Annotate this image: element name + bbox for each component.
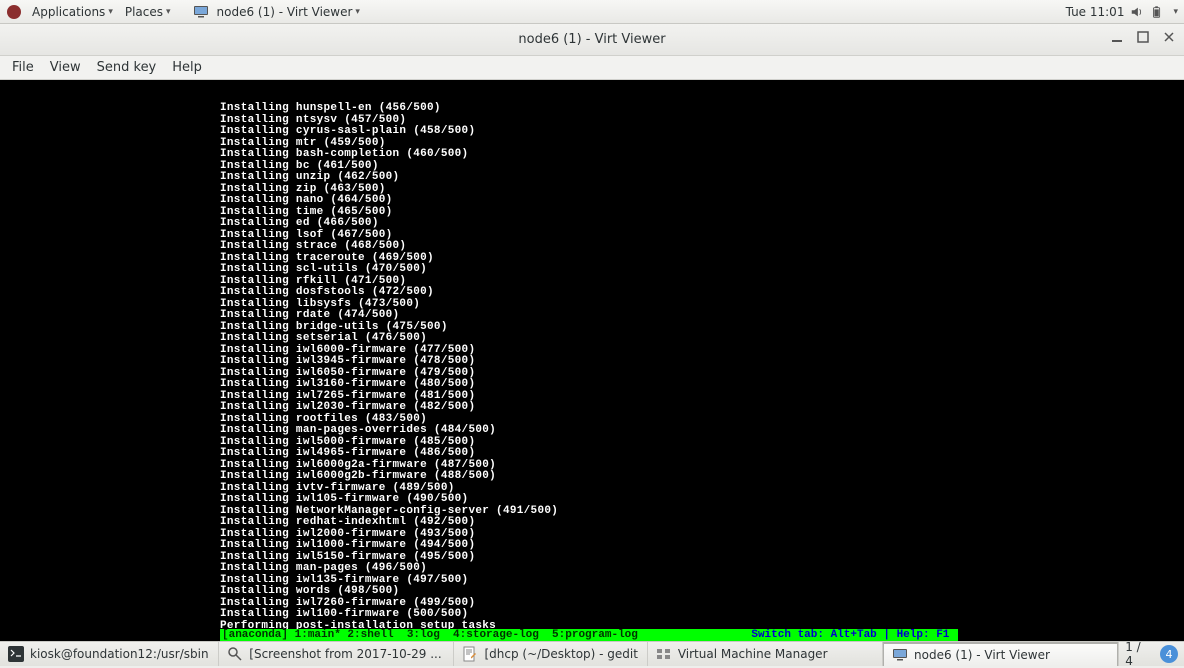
window-title: node6 (1) - Virt Viewer: [518, 32, 665, 47]
chevron-down-icon: ▾: [355, 7, 360, 17]
taskbar-item-label: [Screenshot from 2017-10-29 ...: [249, 647, 441, 661]
maximize-button[interactable]: [1136, 30, 1150, 44]
statusbar-right-text: Switch tab: Alt+Tab | Help: F1: [751, 629, 956, 641]
chevron-down-icon: ▾: [166, 7, 171, 17]
taskbar-item-label: kiosk@foundation12:/usr/sbin: [30, 647, 209, 661]
places-menu[interactable]: Places ▾: [119, 0, 177, 23]
close-button[interactable]: [1162, 30, 1176, 44]
window-list-label: node6 (1) - Virt Viewer: [217, 5, 353, 19]
menu-sendkey[interactable]: Send key: [89, 56, 165, 79]
taskbar-item-terminal[interactable]: kiosk@foundation12:/usr/sbin: [0, 642, 219, 666]
monitor-icon: [193, 4, 209, 20]
gnome-taskbar: kiosk@foundation12:/usr/sbin [Screenshot…: [0, 641, 1184, 666]
workspace-switcher[interactable]: 1 / 4 4: [1118, 642, 1184, 666]
gedit-icon: [462, 646, 478, 662]
minimize-button[interactable]: [1110, 30, 1124, 44]
window-list-item[interactable]: node6 (1) - Virt Viewer ▾: [187, 4, 360, 20]
anaconda-statusbar: [anaconda] 1:main* 2:shell 3:log 4:stora…: [220, 629, 958, 641]
chevron-down-icon[interactable]: ▾: [1173, 7, 1178, 17]
taskbar-item-image-viewer[interactable]: [Screenshot from 2017-10-29 ...: [219, 642, 454, 666]
image-viewer-icon: [227, 646, 243, 662]
console-output: Installing hunspell-en (456/500) Install…: [220, 103, 1184, 632]
terminal-icon: [8, 646, 24, 662]
clock-label[interactable]: Tue 11:01: [1066, 5, 1125, 19]
menu-sendkey-label: Send key: [97, 60, 157, 75]
applications-menu-label: Applications: [32, 5, 105, 19]
battery-icon[interactable]: [1150, 5, 1164, 19]
menu-file[interactable]: File: [4, 56, 42, 79]
menubar: File View Send key Help: [0, 56, 1184, 80]
menu-file-label: File: [12, 60, 34, 75]
places-menu-label: Places: [125, 5, 163, 19]
statusbar-left-text: [anaconda] 1:main* 2:shell 3:log 4:stora…: [222, 629, 638, 641]
workspace-label: 1 / 4: [1125, 640, 1152, 668]
menu-view-label: View: [50, 60, 81, 75]
chevron-down-icon: ▾: [108, 7, 113, 17]
taskbar-item-label: Virtual Machine Manager: [678, 647, 828, 661]
system-tray: Tue 11:01 ▾: [1066, 5, 1184, 19]
gnome-top-panel: Applications ▾ Places ▾ node6 (1) - Virt…: [0, 0, 1184, 24]
virt-manager-icon: [656, 646, 672, 662]
taskbar-item-virt-viewer[interactable]: node6 (1) - Virt Viewer: [883, 642, 1118, 666]
virt-viewer-window: node6 (1) - Virt Viewer File View Send k…: [0, 24, 1184, 641]
vm-console[interactable]: Installing hunspell-en (456/500) Install…: [0, 80, 1184, 641]
volume-icon[interactable]: [1130, 5, 1144, 19]
titlebar[interactable]: node6 (1) - Virt Viewer: [0, 24, 1184, 56]
taskbar-item-virt-manager[interactable]: Virtual Machine Manager: [648, 642, 883, 666]
menu-help-label: Help: [172, 60, 202, 75]
menu-help[interactable]: Help: [164, 56, 210, 79]
taskbar-item-label: [dhcp (~/Desktop) - gedit: [484, 647, 638, 661]
workspace-badge: 4: [1160, 645, 1178, 663]
applications-menu[interactable]: Applications ▾: [26, 0, 119, 23]
taskbar-item-gedit[interactable]: [dhcp (~/Desktop) - gedit: [454, 642, 647, 666]
monitor-icon: [892, 647, 908, 663]
fedora-icon: [6, 4, 22, 20]
taskbar-item-label: node6 (1) - Virt Viewer: [914, 648, 1050, 662]
menu-view[interactable]: View: [42, 56, 89, 79]
